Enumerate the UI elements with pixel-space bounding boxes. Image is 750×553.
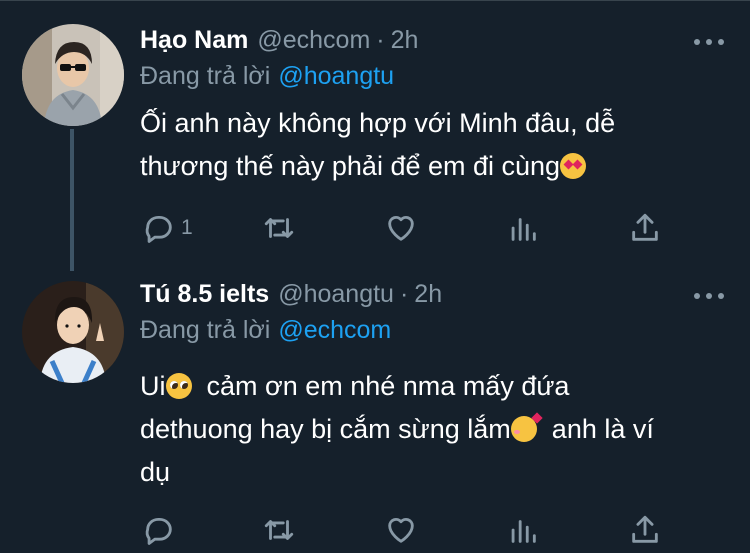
replying-to-label: Đang trả lời bbox=[140, 316, 271, 344]
analytics-button[interactable] bbox=[506, 512, 540, 548]
tweet-text: Ối anh này không hợp với Minh đâu, dễ th… bbox=[140, 102, 730, 188]
tweet-actions bbox=[140, 512, 680, 548]
tweet-text-segment: dụ bbox=[140, 457, 171, 487]
tweet-header: Hạo Nam @echcom · 2h bbox=[140, 26, 418, 62]
bar-chart-icon bbox=[511, 218, 536, 241]
thread-line bbox=[70, 129, 74, 271]
heart-eyes-cat-emoji-icon bbox=[560, 153, 587, 179]
replying-to-handle[interactable]: @hoangtu bbox=[278, 62, 394, 90]
pleading-face-emoji-icon bbox=[165, 373, 192, 399]
bar-chart-icon bbox=[511, 520, 536, 543]
like-button[interactable] bbox=[384, 210, 418, 246]
username[interactable]: @echcom bbox=[257, 26, 370, 55]
timestamp[interactable]: 2h bbox=[391, 26, 419, 55]
heart-icon bbox=[388, 216, 414, 241]
more-options-icon[interactable] bbox=[694, 290, 724, 302]
heart-icon bbox=[388, 518, 414, 543]
display-name[interactable]: Hạo Nam bbox=[140, 26, 248, 55]
retweet-icon bbox=[264, 218, 294, 238]
replying-to: Đang trả lời @hoangtu bbox=[140, 62, 394, 91]
retweet-icon bbox=[264, 520, 294, 540]
reply-icon bbox=[145, 517, 172, 545]
like-button[interactable] bbox=[384, 512, 418, 548]
separator-dot: · bbox=[376, 26, 385, 54]
tweet-text-segment: Ui bbox=[140, 371, 166, 401]
timestamp[interactable]: 2h bbox=[414, 280, 442, 309]
tweet-text-segment: anh là ví bbox=[536, 414, 654, 444]
tweet-actions: 1 bbox=[140, 210, 680, 246]
tweet-text-line: thương thế này phải để em đi cùng bbox=[140, 151, 561, 181]
tweet-text-line: Ối anh này không hợp với Minh đâu, dễ bbox=[140, 108, 616, 138]
avatar[interactable] bbox=[22, 281, 124, 383]
smiling-face-with-hearts-emoji-icon bbox=[510, 416, 537, 442]
tweet-text: Ui cảm ơn em nhé nma mấy đứa dethuong ha… bbox=[140, 365, 730, 494]
tweet-text-segment: cảm ơn em nhé nma mấy đứa bbox=[191, 371, 570, 401]
tweet-text-segment: dethuong hay bị cắm sừng lắm bbox=[140, 414, 511, 444]
separator-dot: · bbox=[399, 280, 409, 308]
display-name[interactable]: Tú 8.5 ielts bbox=[140, 280, 269, 309]
reply-button[interactable] bbox=[142, 512, 181, 548]
analytics-button[interactable] bbox=[506, 210, 540, 246]
more-options-icon[interactable] bbox=[694, 36, 724, 48]
retweet-button[interactable] bbox=[262, 210, 296, 246]
reply-count: 1 bbox=[181, 216, 193, 239]
tweet[interactable]: Hạo Nam @echcom · 2h Đang trả lời @hoangt… bbox=[0, 0, 750, 271]
replying-to-label: Đang trả lời bbox=[140, 62, 271, 90]
username[interactable]: @hoangtu bbox=[278, 280, 394, 309]
share-button[interactable] bbox=[628, 512, 662, 548]
share-icon bbox=[632, 213, 658, 241]
replying-to-handle[interactable]: @echcom bbox=[278, 316, 391, 344]
tweet-header: Tú 8.5 ielts @hoangtu · 2h bbox=[140, 280, 442, 316]
avatar[interactable] bbox=[22, 24, 124, 126]
share-button[interactable] bbox=[628, 210, 662, 246]
reply-button[interactable]: 1 bbox=[142, 210, 193, 246]
share-icon bbox=[632, 515, 658, 543]
reply-icon bbox=[145, 215, 172, 243]
retweet-button[interactable] bbox=[262, 512, 296, 548]
tweet[interactable]: Tú 8.5 ielts @hoangtu · 2h Đang trả lời @… bbox=[0, 270, 750, 553]
replying-to: Đang trả lời @echcom bbox=[140, 316, 391, 345]
